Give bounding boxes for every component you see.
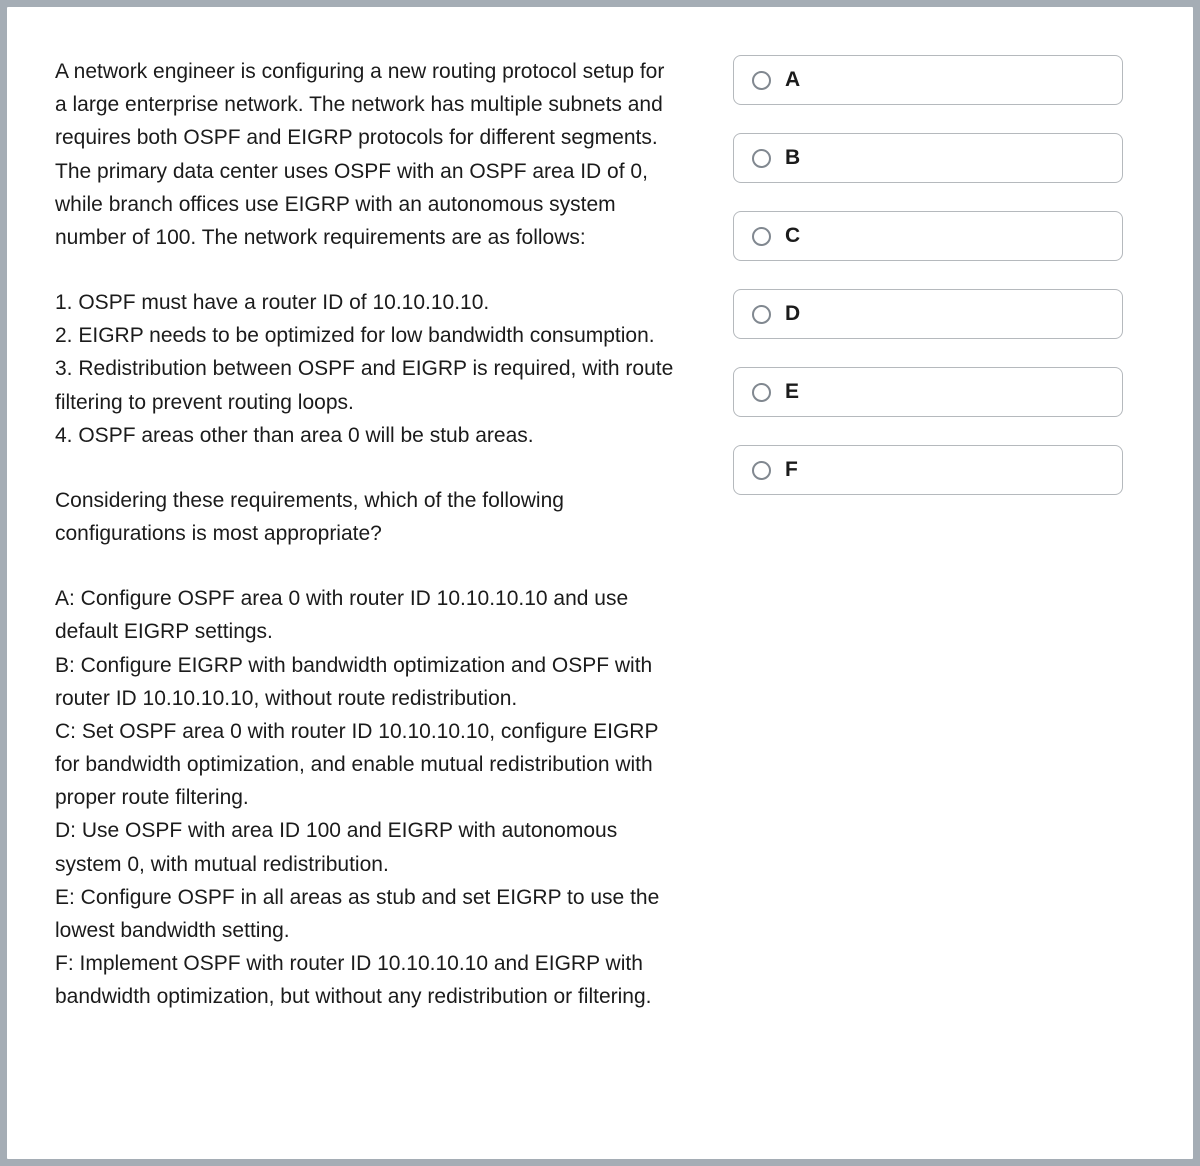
answer-label: C <box>785 224 800 248</box>
question-prompt: Considering these requirements, which of… <box>55 484 675 550</box>
radio-icon <box>752 71 771 90</box>
question-text-column: A network engineer is configuring a new … <box>55 55 675 1111</box>
question-requirements: 1. OSPF must have a router ID of 10.10.1… <box>55 286 675 452</box>
question-intro: A network engineer is configuring a new … <box>55 55 675 254</box>
answer-option-c[interactable]: C <box>733 211 1123 261</box>
answer-label: B <box>785 146 800 170</box>
answer-label: F <box>785 458 798 482</box>
question-choices-text: A: Configure OSPF area 0 with router ID … <box>55 582 675 1013</box>
radio-icon <box>752 461 771 480</box>
answer-label: E <box>785 380 799 404</box>
answer-option-b[interactable]: B <box>733 133 1123 183</box>
radio-icon <box>752 383 771 402</box>
answer-label: D <box>785 302 800 326</box>
answers-column: A B C D E F <box>733 55 1123 1111</box>
answer-option-f[interactable]: F <box>733 445 1123 495</box>
answer-label: A <box>785 68 800 92</box>
question-card: A network engineer is configuring a new … <box>4 4 1196 1162</box>
radio-icon <box>752 227 771 246</box>
answer-option-a[interactable]: A <box>733 55 1123 105</box>
answer-option-d[interactable]: D <box>733 289 1123 339</box>
answer-option-e[interactable]: E <box>733 367 1123 417</box>
radio-icon <box>752 305 771 324</box>
radio-icon <box>752 149 771 168</box>
